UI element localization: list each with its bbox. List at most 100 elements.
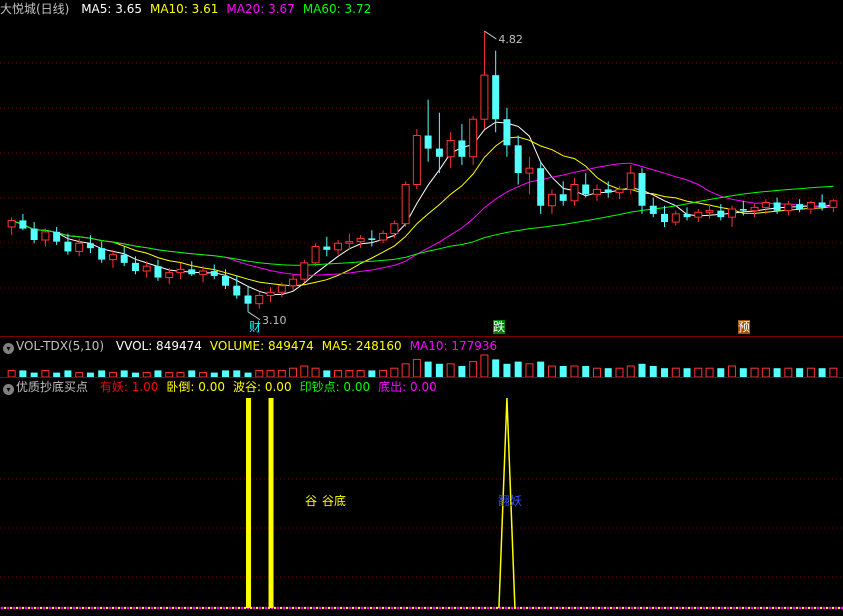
baseline-dot <box>801 606 805 610</box>
indicator-chart[interactable] <box>0 378 843 616</box>
volume-bar <box>705 367 714 377</box>
baseline-dot <box>138 606 142 610</box>
baseline-dot <box>759 606 763 610</box>
baseline-dot <box>792 606 796 610</box>
baseline-dot <box>351 606 355 610</box>
baseline-dot <box>537 606 541 610</box>
baseline-dot <box>639 606 643 610</box>
baseline-dot <box>525 606 529 610</box>
baseline-dot <box>765 606 769 610</box>
marker-yu[interactable]: 预 <box>738 320 751 334</box>
baseline-dot <box>726 606 730 610</box>
candle-body <box>784 203 793 212</box>
baseline-dot <box>435 606 439 610</box>
baseline-dot <box>279 606 283 610</box>
price-panel[interactable]: 大悦城(日线) MA5: 3.65 MA10: 3.61 MA20: 3.67 MA6… <box>0 0 843 336</box>
ma-item-3: MA60: 3.72 <box>302 2 372 16</box>
volume-bar <box>188 370 196 377</box>
candle-body <box>683 213 691 218</box>
volume-bar <box>458 366 466 377</box>
volume-panel[interactable]: ▾ VOL-TDX(5,10) VVOL: 849474 VOLUME: 84947… <box>0 336 843 377</box>
baseline-dot <box>303 606 307 610</box>
baseline-dot <box>477 606 481 610</box>
baseline-dot <box>306 606 310 610</box>
volume-bar <box>345 369 354 377</box>
volume-bar <box>683 368 691 377</box>
candle-body <box>469 118 478 158</box>
baseline-dot <box>804 606 808 610</box>
volume-bar <box>582 366 590 377</box>
high-pointer <box>484 30 497 40</box>
candle-body <box>694 211 703 218</box>
candle-body <box>64 241 72 252</box>
candle-body <box>176 268 185 274</box>
baseline-dot <box>195 606 199 610</box>
baseline-dot <box>198 606 202 610</box>
baseline-dot <box>738 606 742 610</box>
baseline-dot <box>582 606 586 610</box>
baseline-dot <box>429 606 433 610</box>
baseline-dot <box>675 606 679 610</box>
baseline-dot <box>558 606 562 610</box>
baseline-dot <box>573 606 577 610</box>
baseline-dot <box>441 606 445 610</box>
baseline-dot <box>606 606 610 610</box>
baseline-dot <box>201 606 205 610</box>
baseline-dot <box>27 606 31 610</box>
marker-die[interactable]: 跌 <box>493 320 506 334</box>
candle-body <box>514 145 522 174</box>
baseline-dot <box>63 606 67 610</box>
baseline-dot <box>819 606 823 610</box>
baseline-dot <box>825 606 829 610</box>
candle-body <box>649 205 657 214</box>
baseline-dot <box>690 606 694 610</box>
baseline-dot <box>363 606 367 610</box>
baseline-dot <box>516 606 520 610</box>
baseline-dot <box>633 606 637 610</box>
marker-cai[interactable]: 财 <box>249 320 261 334</box>
baseline-dot <box>78 606 82 610</box>
candlestick-chart[interactable]: 4.82 3.10 <box>0 0 843 336</box>
collapse-icon[interactable]: ▾ <box>3 343 14 354</box>
baseline-dot <box>192 606 196 610</box>
baseline-dot <box>507 606 511 610</box>
candle-body <box>615 188 624 194</box>
baseline-dot <box>237 606 241 610</box>
collapse-icon[interactable]: ▾ <box>3 384 14 395</box>
baseline-dot <box>483 606 487 610</box>
baseline-dot <box>369 606 373 610</box>
candle-body <box>547 193 556 207</box>
volume-bar <box>379 369 388 377</box>
baseline-dot <box>426 606 430 610</box>
candle-body <box>390 223 399 234</box>
baseline-dot <box>783 606 787 610</box>
baseline-dot <box>387 606 391 610</box>
indicator-panel[interactable]: ▾ 优质抄底买点 有妖: 1.00 卧倒: 0.00 波谷: 0.00 印钞点: 0.0… <box>0 377 843 616</box>
volume-bar <box>19 370 27 377</box>
baseline-dot <box>21 606 25 610</box>
baseline-dot <box>312 606 316 610</box>
volume-bar <box>7 369 16 377</box>
baseline-dot <box>729 606 733 610</box>
baseline-dot <box>720 606 724 610</box>
baseline-dot <box>54 606 58 610</box>
baseline-dot <box>414 606 418 610</box>
baseline-dot <box>753 606 757 610</box>
baseline-dot <box>660 606 664 610</box>
baseline-dot <box>615 606 619 610</box>
volume-bar <box>255 369 264 377</box>
baseline-dot <box>795 606 799 610</box>
baseline-dot <box>6 606 10 610</box>
candle-body <box>233 285 241 296</box>
baseline-dot <box>453 606 457 610</box>
volume-bar <box>323 370 331 377</box>
candle-body <box>41 231 50 241</box>
baseline-dot <box>678 606 682 610</box>
baseline-dot <box>567 606 571 610</box>
baseline-dot <box>711 606 715 610</box>
baseline-dot <box>12 606 16 610</box>
baseline-dot <box>180 606 184 610</box>
baseline-dot <box>630 606 634 610</box>
baseline-dot <box>444 606 448 610</box>
stock-title: 大悦城(日线) <box>0 2 70 16</box>
